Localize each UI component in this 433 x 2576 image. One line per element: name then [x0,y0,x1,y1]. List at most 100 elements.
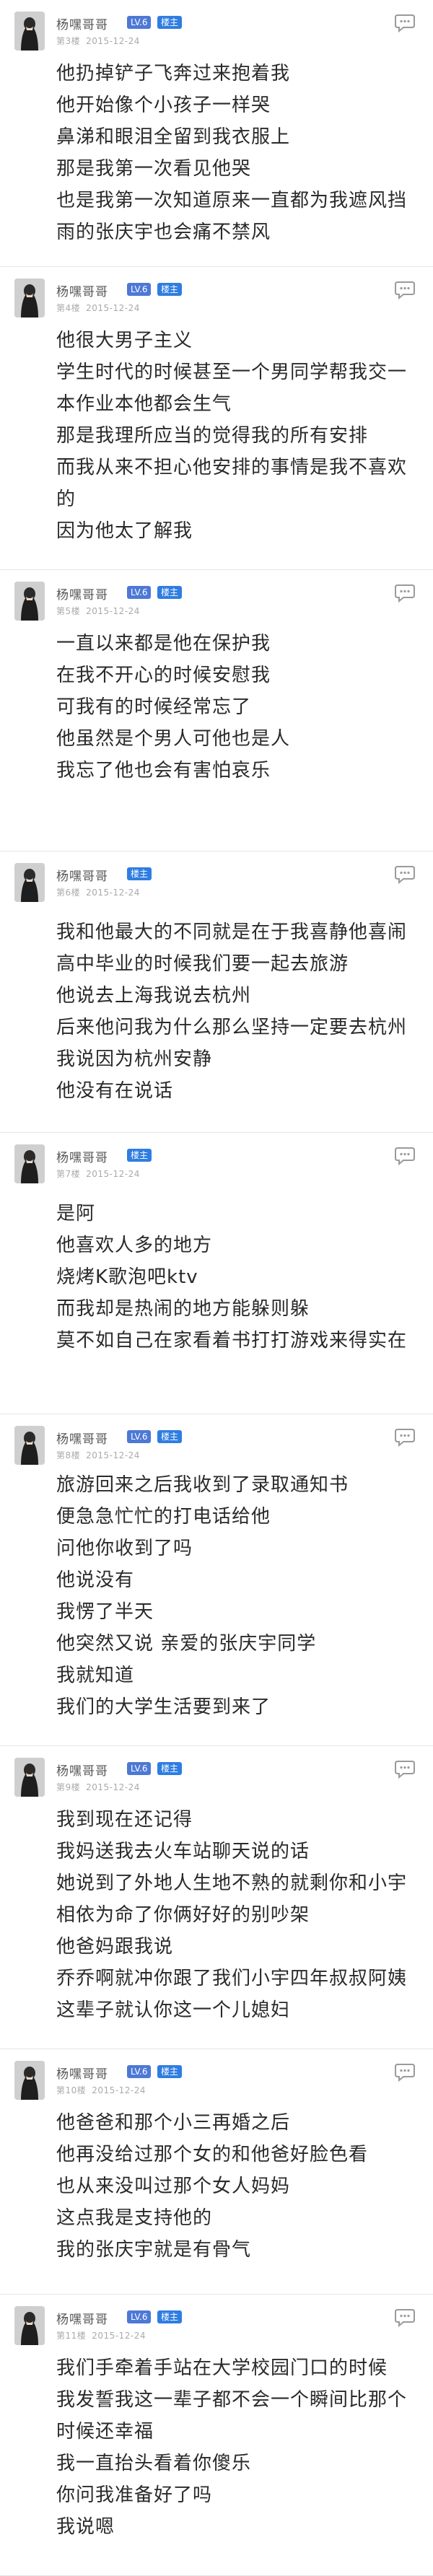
post-text-line: 我们手牵着手站在大学校园门口的时候 [56,2357,388,2379]
post-2: 杨嘿哥哥 LV.6 楼主 第4楼 2015-12-24 他很大男子主义 学生时代的时候甚至… [0,267,433,570]
post-meta: 第6楼 2015-12-24 [56,886,146,898]
post-text-line: 问他你收到了吗 [56,1538,193,1559]
username[interactable]: 杨嘿哥哥 [56,1429,108,1447]
post-body: 一直以来都是他在保护我 在我不开心的时候安慰我 可我有的时候经常忘了 他虽然是个男人可… [56,628,419,787]
post-text-line: 这辈子就认你这一个儿媳妇 [56,1999,291,2021]
floor-number: 第4楼 [56,303,81,313]
avatar[interactable] [14,12,45,51]
comment-icon[interactable] [394,1427,416,1447]
username[interactable]: 杨嘿哥哥 [56,2309,108,2327]
post-text-line: 他很大男子主义 [56,330,193,351]
post-text-line: 他虽然是个男人可他也是人 [56,728,291,750]
username[interactable]: 杨嘿哥哥 [56,1147,108,1165]
post-header: 杨嘿哥哥 LV.6 楼主 第5楼 2015-12-24 [14,580,419,623]
post-meta: 第11楼 2015-12-24 [56,2329,152,2341]
post-meta: 第4楼 2015-12-24 [56,302,146,314]
post-4: 杨嘿哥哥 楼主第6楼 2015-12-24 我和他最大的不同就是在于我喜静他喜闹 高中… [0,851,433,1133]
op-badge: 楼主 [157,16,183,29]
floor-number: 第11楼 [56,2331,87,2341]
username[interactable]: 杨嘿哥哥 [56,14,108,32]
post-text-line: 学生时代的时候甚至一个男同学帮我交一 [56,362,408,383]
comment-icon[interactable] [394,583,416,603]
post-text-line: 她说到了外地人生地不熟的就剩你和小宇 [56,1872,408,1894]
avatar[interactable] [14,1144,45,1183]
op-badge: 楼主 [157,1762,183,1775]
level-badge: LV.6 [127,2065,152,2078]
post-header: 杨嘿哥哥 楼主第6楼 2015-12-24 [14,862,419,905]
avatar[interactable] [14,2061,45,2100]
avatar[interactable] [14,1758,45,1797]
floor-number: 第6楼 [56,888,81,898]
post-body: 我和他最大的不同就是在于我喜静他喜闹 高中毕业的时候我们要一起去旅游 他说去上海我说… [56,916,419,1107]
floor-number: 第3楼 [56,36,81,46]
post-text-line: 我和他最大的不同就是在于我喜静他喜闹 [56,921,408,943]
username[interactable]: 杨嘿哥哥 [56,281,108,299]
post-text-line: 也从来没叫过那个女人妈妈 [56,2176,291,2197]
post-text-line: 雨的张庆宇也会痛不禁风 [56,222,271,243]
post-text-line: 我一直抬头看着你傻乐 [56,2453,252,2474]
comment-icon[interactable] [394,1146,416,1166]
post-date: 2015-12-24 [86,888,140,898]
post-date: 2015-12-24 [86,1169,140,1179]
post-6: 杨嘿哥哥 LV.6 楼主 第8楼 2015-12-24 旅游回来之后我收到了录取通知书便… [0,1414,433,1746]
post-text-line: 我们的大学生活要到来了 [56,1696,271,1718]
comment-icon[interactable] [394,1759,416,1779]
post-body: 是阿 他喜欢人多的地方 烧烤K歌泡吧ktv 而我却是热闹的地方能躲则躲 莫不如自己在家看… [56,1198,419,1357]
username[interactable]: 杨嘿哥哥 [56,866,108,884]
post-text-line: 他没有在说话 [56,1080,174,1102]
op-badge: 楼主 [157,1430,183,1443]
post-text-line: 他喜欢人多的地方 [56,1235,213,1256]
post-text-line: 我说因为杭州安静 [56,1048,213,1070]
avatar[interactable] [14,863,45,902]
post-text-line: 高中毕业的时候我们要一起去旅游 [56,953,349,975]
avatar[interactable] [14,279,45,317]
post-meta: 第3楼 2015-12-24 [56,35,146,47]
op-badge: 楼主 [157,586,183,599]
op-badge: 楼主 [157,283,183,296]
post-text-line: 在我不开心的时候安慰我 [56,665,271,686]
post-header: 杨嘿哥哥 LV.6 楼主 第8楼 2015-12-24 [14,1424,419,1468]
username[interactable]: 杨嘿哥哥 [56,1761,108,1779]
post-text-line: 你问我准备好了吗 [56,2484,213,2506]
post-text-line: 这点我是支持他的 [56,2207,213,2229]
post-meta: 第10楼 2015-12-24 [56,2084,152,2096]
comment-icon[interactable] [394,13,416,33]
post-9: 杨嘿哥哥 LV.6 楼主 第11楼 2015-12-24 我们手牵着手站在大学校园门口的… [0,2295,433,2576]
post-text-line: 我忘了他也会有害怕哀乐 [56,760,271,781]
post-8: 杨嘿哥哥 LV.6 楼主 第10楼 2015-12-24 他爸爸和那个小三再婚之后 他再没… [0,2049,433,2295]
post-text-line: 旅游回来之后我收到了录取通知书 [56,1474,349,1496]
post-text-line: 他说去上海我说去杭州 [56,985,252,1007]
post-header: 杨嘿哥哥 LV.6 楼主 第3楼 2015-12-24 [14,10,419,53]
level-badge: LV.6 [127,1762,152,1775]
op-badge: 楼主 [127,1149,152,1162]
post-date: 2015-12-24 [86,1782,140,1792]
avatar[interactable] [14,2306,45,2345]
post-body: 我们手牵着手站在大学校园门口的时候 我发誓我这一辈子都不会一个瞬间比那个 时候还幸福… [56,2352,419,2543]
comment-icon[interactable] [394,2308,416,2328]
post-text-line: 莫不如自己在家看着书打打游戏来得实在 [56,1330,408,1351]
post-text-line: 他再没给过那个女的和他爸好脸色看 [56,2144,369,2165]
comment-icon[interactable] [394,2062,416,2082]
avatar[interactable] [14,1426,45,1465]
comment-icon[interactable] [394,280,416,300]
post-text-line: 我说嗯 [56,2516,115,2538]
post-text-line: 我愣了半天 [56,1601,154,1623]
post-text-line: 他爸爸和那个小三再婚之后 [56,2112,291,2134]
level-badge: LV.6 [127,1430,152,1443]
post-text-line: 他说没有 [56,1569,135,1591]
post-text-line: 我发誓我这一辈子都不会一个瞬间比那个 [56,2389,408,2411]
post-body: 他扔掉铲子飞奔过来抱着我 他开始像个小孩子一样哭 鼻涕和眼泪全留到我衣服上 那是我第一… [56,58,419,248]
username[interactable]: 杨嘿哥哥 [56,584,108,603]
post-text-line: 相依为命了你俩好好的别吵架 [56,1904,310,1926]
comment-icon[interactable] [394,864,416,885]
post-text-line: 一直以来都是他在保护我 [56,633,271,654]
avatar[interactable] [14,582,45,621]
post-text-line: 时候还幸福 [56,2421,154,2443]
post-date: 2015-12-24 [86,1450,140,1460]
op-badge: 楼主 [127,867,152,880]
level-badge: LV.6 [127,16,152,29]
username[interactable]: 杨嘿哥哥 [56,2064,108,2082]
thread: 杨嘿哥哥 LV.6 楼主 第3楼 2015-12-24 他扔掉铲子飞奔过来抱着我 他开始像… [0,0,433,2576]
post-header: 杨嘿哥哥 LV.6 楼主 第11楼 2015-12-24 [14,2305,419,2348]
post-text-line: 他突然又说 亲爱的张庆宇同学 [56,1633,317,1655]
